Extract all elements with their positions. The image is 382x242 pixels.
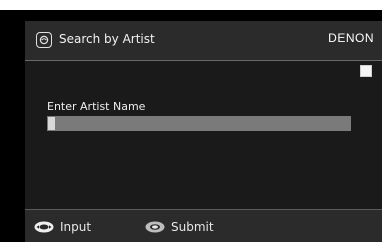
- text-cursor: [48, 117, 55, 130]
- input-hint-label: Input: [60, 220, 92, 234]
- indicator-box: [360, 65, 372, 77]
- input-hint[interactable]: Input: [34, 220, 91, 236]
- search-category-icon: [36, 32, 52, 48]
- submit-hint-label: Submit: [171, 220, 214, 234]
- footer-bar: Input Submit: [25, 209, 382, 242]
- enter-button-icon: [145, 221, 165, 236]
- gui-screen: Search by Artist DENON Enter Artist Name…: [25, 21, 382, 242]
- submit-hint[interactable]: Submit: [145, 220, 214, 236]
- artist-name-input[interactable]: [47, 116, 351, 131]
- header-bar: Search by Artist DENON: [25, 21, 382, 61]
- artist-name-label: Enter Artist Name: [47, 100, 146, 113]
- frame: Search by Artist DENON Enter Artist Name…: [0, 0, 382, 242]
- brand-logo: DENON: [328, 31, 374, 45]
- top-strip: [0, 0, 382, 10]
- page-title: Search by Artist: [59, 32, 155, 46]
- dpad-arrows-icon: [34, 221, 54, 236]
